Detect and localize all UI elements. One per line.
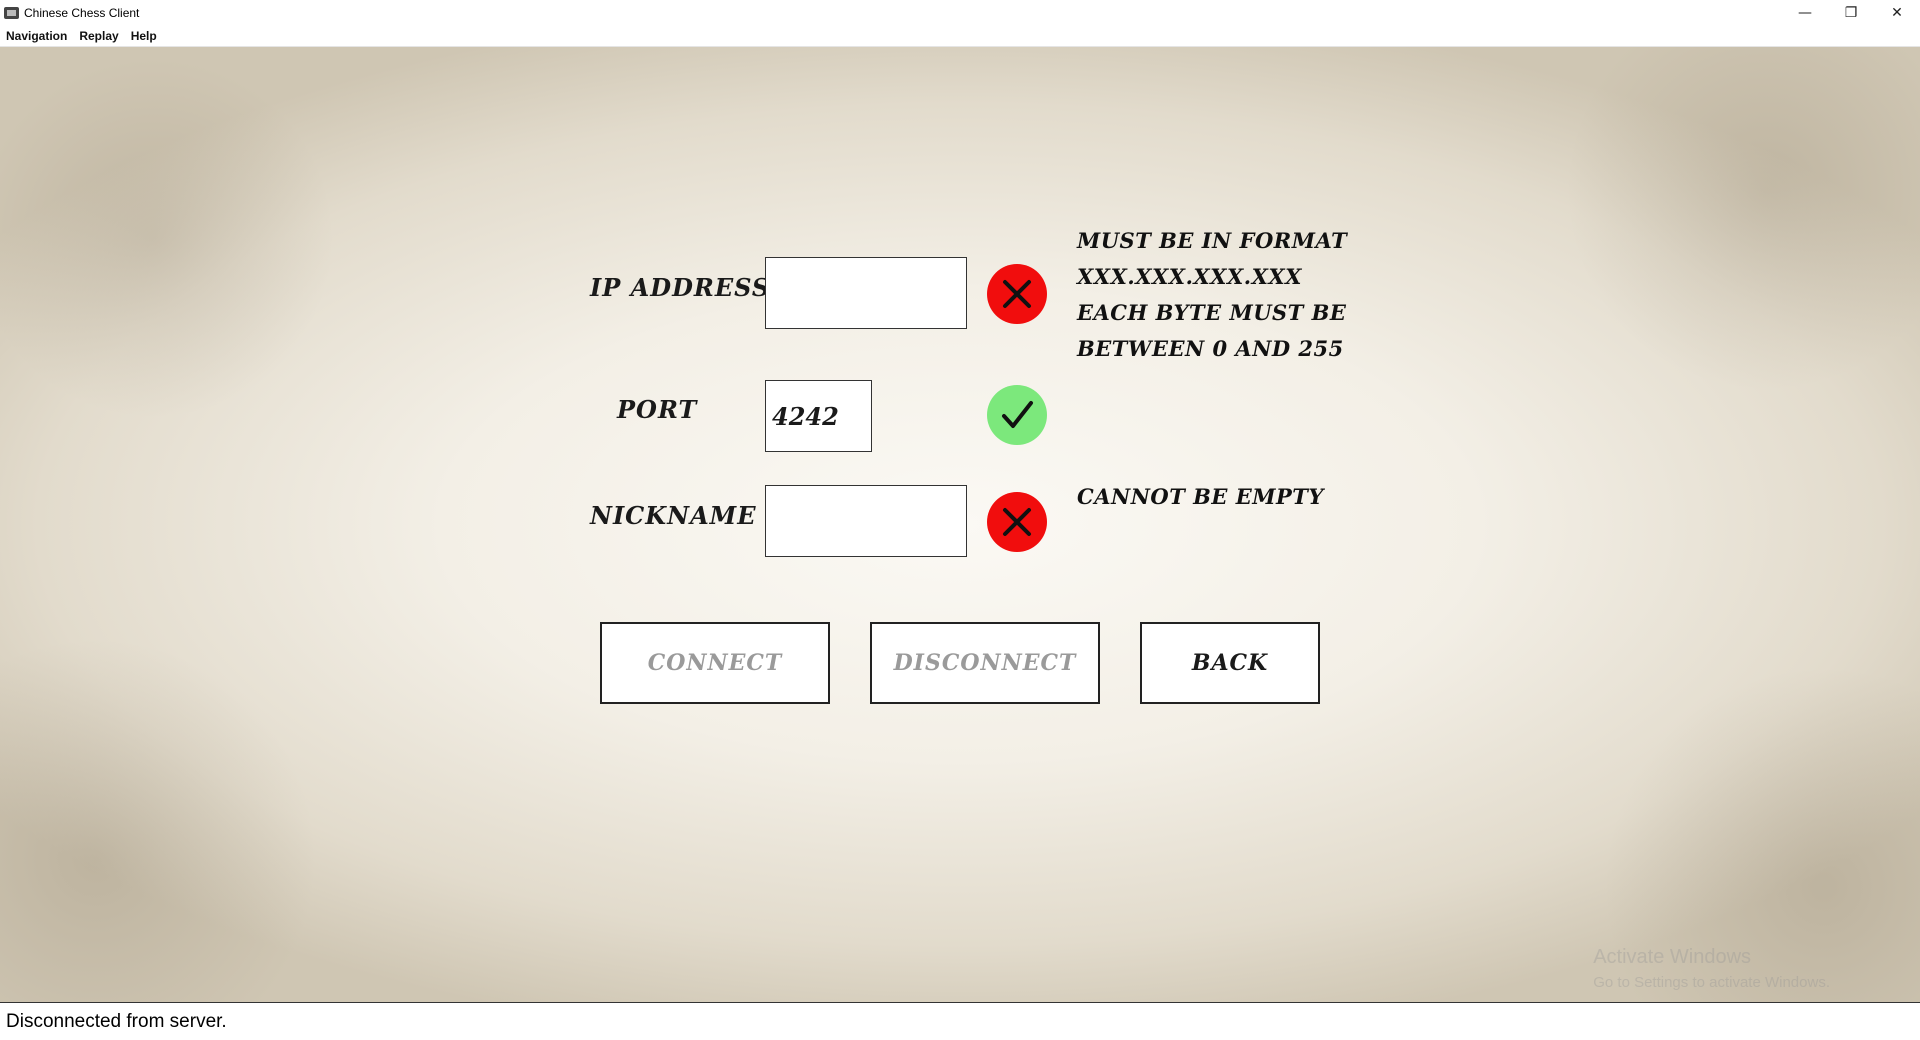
port-input[interactable]: 4242 [765, 380, 872, 452]
nickname-label: NICKNAME [590, 501, 757, 530]
status-bar: Disconnected from server. [0, 1002, 1920, 1040]
status-text: Disconnected from server. [6, 1010, 227, 1032]
watermark-title: Activate Windows [1593, 946, 1752, 968]
nickname-input[interactable] [765, 485, 967, 557]
menu-replay[interactable]: Replay [73, 29, 124, 43]
nickname-status [987, 492, 1047, 552]
ip-error-line: BETWEEN 0 AND 255 [1077, 336, 1344, 361]
port-status [987, 385, 1047, 445]
ip-address-error: MUST BE IN FORMAT XXX.XXX.XXX.XXX EACH B… [1077, 223, 1347, 367]
x-icon [1003, 280, 1031, 308]
connection-panel: IP ADDRESS MUST BE IN FORMAT XXX.XXX.XXX… [0, 47, 1920, 1002]
disconnect-button[interactable]: DISCONNECT [870, 622, 1100, 704]
nickname-error: CANNOT BE EMPTY [1077, 479, 1324, 515]
ip-address-input[interactable] [765, 257, 967, 329]
nickname-error-line: CANNOT BE EMPTY [1077, 484, 1324, 509]
menu-navigation[interactable]: Navigation [0, 29, 73, 43]
ip-address-label: IP ADDRESS [590, 273, 771, 302]
activate-windows-watermark: Activate Windows Go to Settings to activ… [1593, 944, 1830, 996]
restore-icon: ❐ [1844, 5, 1858, 21]
ip-error-line: MUST BE IN FORMAT [1077, 228, 1348, 253]
minimize-icon: — [1798, 5, 1812, 21]
ip-error-line: XXX.XXX.XXX.XXX [1077, 264, 1302, 289]
watermark-subtitle: Go to Settings to activate Windows. [1593, 974, 1830, 991]
title-bar: Chinese Chess Client — ❐ ✕ [0, 0, 1920, 26]
ip-error-line: EACH BYTE MUST BE [1077, 300, 1347, 325]
close-icon: ✕ [1891, 5, 1903, 21]
ip-address-status [987, 264, 1047, 324]
connect-button[interactable]: CONNECT [600, 622, 830, 704]
back-button[interactable]: BACK [1140, 622, 1320, 704]
minimize-button[interactable]: — [1782, 0, 1828, 26]
port-label: PORT [617, 395, 698, 424]
port-value: 4242 [772, 401, 839, 431]
app-icon [4, 7, 19, 19]
check-icon [1002, 401, 1033, 428]
window-title: Chinese Chess Client [24, 6, 140, 20]
maximize-button[interactable]: ❐ [1828, 0, 1874, 26]
window-controls: — ❐ ✕ [1782, 0, 1920, 26]
x-icon [1003, 508, 1031, 536]
menu-bar: Navigation Replay Help [0, 26, 1920, 47]
menu-help[interactable]: Help [125, 29, 163, 43]
close-button[interactable]: ✕ [1874, 0, 1920, 26]
